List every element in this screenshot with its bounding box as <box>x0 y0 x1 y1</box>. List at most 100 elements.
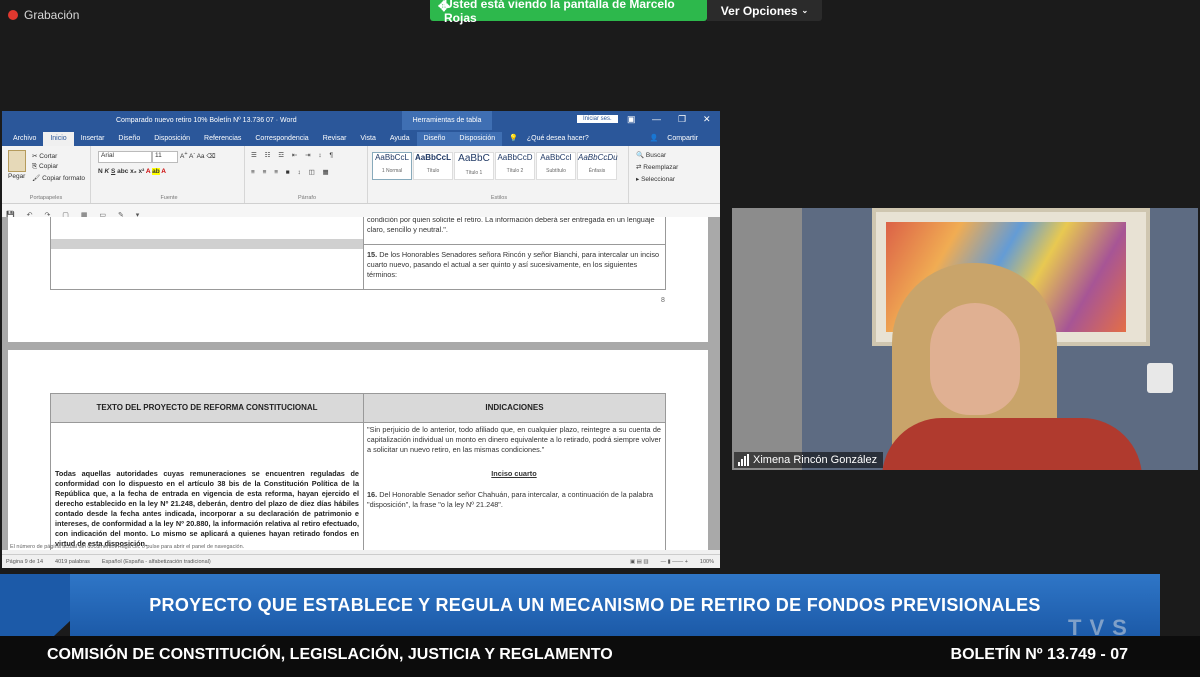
minimize-icon[interactable]: — <box>652 114 661 124</box>
editing-group: 🔍 Buscar ⇄ Reemplazar ▸ Seleccionar <box>632 146 718 203</box>
font-name-select[interactable]: Arial <box>98 151 152 163</box>
view-options-button[interactable]: Ver Opciones ⌄ <box>707 0 822 21</box>
screen-share-banner: ✥ Usted está viendo la pantalla de Marce… <box>430 0 707 25</box>
tell-me-box[interactable]: 💡 ¿Qué desea hacer? <box>502 132 603 146</box>
table-tools-context: Herramientas de tabla <box>402 111 492 130</box>
tab-archivo[interactable]: Archivo <box>6 132 43 146</box>
inciso-cuarto-heading: Inciso cuarto <box>491 469 537 478</box>
wall-shadow <box>732 208 802 470</box>
styles-group: AaBbCcL 1 Normal AaBbCcL Título AaBbC Títul… <box>370 146 629 203</box>
font-format-buttons[interactable]: N K S abc x₂ x² A ab A <box>98 168 166 175</box>
format-painter-button[interactable]: 🖌 Copiar formato <box>32 174 85 182</box>
ribbon-display-icon[interactable]: ▣ <box>627 114 636 125</box>
participant-name-tag: Ximena Rincón González <box>734 452 884 468</box>
tab-insertar[interactable]: Insertar <box>74 132 112 146</box>
share-button[interactable]: 👤 Compartir <box>643 132 712 146</box>
document-title: Comparado nuevo retiro 10% Boletín Nº 13… <box>116 117 297 124</box>
page-counter[interactable]: Página 9 de 14 <box>6 559 43 565</box>
clipboard-group-label: Portapapeles <box>29 195 63 201</box>
light-switch <box>1147 363 1173 393</box>
participant-video[interactable]: Ximena Rincón González <box>732 208 1198 470</box>
committee-bar: COMISIÓN DE CONSTITUCIÓN, LEGISLACIÓN, J… <box>0 636 1200 677</box>
format-painter-label: Copiar formato <box>42 175 86 182</box>
tab-vista[interactable]: Vista <box>353 132 382 146</box>
style-title[interactable]: AaBbCcL Título <box>413 152 453 180</box>
previous-text-cell: condición por quien solicite el retiro. … <box>367 217 655 234</box>
crosshair-icon: ✥ <box>438 0 450 14</box>
grow-font-icon[interactable]: A+ A- Aa ⌫ <box>180 151 216 160</box>
status-hint-tooltip: El número de página actual del documento… <box>10 544 245 550</box>
share-banner-text: Usted está viendo la pantalla de Marcelo… <box>444 0 675 25</box>
find-label: Buscar <box>645 152 667 159</box>
tab-table-design[interactable]: Diseño <box>416 132 453 146</box>
person-face <box>930 303 1020 415</box>
page-number: 8 <box>661 297 665 304</box>
font-group: Arial 11 A+ A- Aa ⌫ N K S abc x₂ x² A ab… <box>94 146 245 203</box>
styles-group-label: Estilos <box>490 195 508 201</box>
style-normal[interactable]: AaBbCcL 1 Normal <box>372 152 412 180</box>
document-page-9: TEXTO DEL PROYECTO DE REFORMA CONSTITUCI… <box>8 350 708 550</box>
tab-table-layout[interactable]: Disposición <box>452 132 503 146</box>
document-page-8: condición por quien solicite el retiro. … <box>8 217 708 342</box>
ribbon-tabs: Archivo Inicio Insertar Diseño Disposici… <box>2 130 720 146</box>
tab-diseno[interactable]: Diseño <box>111 132 147 146</box>
indicacion-16: 16. Del Honorable Senador señor Chahuán,… <box>367 490 661 510</box>
close-icon[interactable]: ✕ <box>703 114 711 125</box>
view-options-label: Ver Opciones <box>720 3 798 18</box>
comparison-table: TEXTO DEL PROYECTO DE REFORMA CONSTITUCI… <box>50 393 666 550</box>
tab-revisar[interactable]: Revisar <box>316 132 354 146</box>
recording-dot-icon <box>8 10 18 20</box>
list-buttons[interactable]: ☰ ☷ ☲ ⇤ ⇥ ↕ ¶ <box>251 151 336 159</box>
find-button[interactable]: 🔍 Buscar <box>636 151 666 159</box>
style-heading2-label: Título 2 <box>506 168 524 174</box>
tab-correspondencia[interactable]: Correspondencia <box>248 132 315 146</box>
paste-button[interactable]: Pegar <box>8 173 25 180</box>
tab-disposicion[interactable]: Disposición <box>147 132 197 146</box>
word-count[interactable]: 4019 palabras <box>55 559 90 565</box>
style-heading1[interactable]: AaBbC Título 1 <box>454 152 494 180</box>
style-subtitle[interactable]: AaBbCcI Subtítulo <box>536 152 576 180</box>
select-button[interactable]: ▸ Seleccionar <box>636 175 675 183</box>
style-subtitle-label: Subtítulo <box>546 168 566 174</box>
style-emphasis[interactable]: AaBbCcDu Énfasis <box>577 152 618 180</box>
signal-strength-icon <box>738 454 749 466</box>
style-heading1-label: Título 1 <box>465 170 483 176</box>
tab-referencias[interactable]: Referencias <box>197 132 248 146</box>
headline-text: PROYECTO QUE ESTABLECE Y REGULA UN MECAN… <box>149 594 1041 615</box>
indicacion-16-number: 16. <box>367 490 378 499</box>
style-heading2[interactable]: AaBbCcD Título 2 <box>495 152 535 180</box>
view-buttons[interactable]: ▣ ▤ ▥ <box>630 559 649 565</box>
indicacion-15-number: 15. <box>367 250 378 259</box>
recording-indicator: Grabación <box>8 8 79 22</box>
word-window: Comparado nuevo retiro 10% Boletín Nº 13… <box>2 111 720 568</box>
zoom-level[interactable]: 100% <box>700 559 714 565</box>
tab-ayuda[interactable]: Ayuda <box>383 132 417 146</box>
indicacion-15-text: De los Honorables Senadores señora Rincó… <box>367 250 660 279</box>
align-buttons[interactable]: ≡ ≡ ≡ ■ ↕ ◫ ▦ <box>251 168 332 176</box>
clipboard-group: Pegar ✂ Cortar ⎘ Copiar 🖌 Copiar formato… <box>2 146 91 203</box>
tab-inicio[interactable]: Inicio <box>43 132 74 146</box>
word-title-bar: Comparado nuevo retiro 10% Boletín Nº 13… <box>2 111 720 130</box>
replace-button[interactable]: ⇄ Reemplazar <box>636 163 678 171</box>
language-indicator[interactable]: Español (España - alfabetización tradici… <box>102 559 211 565</box>
person-shirt <box>882 418 1142 470</box>
paste-icon[interactable] <box>8 150 26 172</box>
header-left: TEXTO DEL PROYECTO DE REFORMA CONSTITUCI… <box>96 403 318 412</box>
right-quote-text: "Sin perjuicio de lo anterior, todo afil… <box>367 425 661 454</box>
zoom-slider[interactable]: — ▮ —— + <box>661 559 688 565</box>
share-label: Compartir <box>667 135 698 142</box>
document-area[interactable]: condición por quien solicite el retiro. … <box>2 217 720 550</box>
font-size-select[interactable]: 11 <box>152 151 178 163</box>
cut-button[interactable]: ✂ Cortar <box>32 152 57 160</box>
ribbon: Pegar ✂ Cortar ⎘ Copiar 🖌 Copiar formato… <box>2 146 720 204</box>
left-article-text: Todas aquellas autoridades cuyas remuner… <box>55 469 359 548</box>
select-label: Seleccionar <box>641 176 676 183</box>
copy-button[interactable]: ⎘ Copiar <box>32 163 58 171</box>
indicacion-16-text: Del Honorable Senador señor Chahuán, par… <box>367 490 654 509</box>
sign-in-button[interactable]: Iniciar ses. <box>577 115 618 123</box>
participant-name: Ximena Rincón González <box>753 454 878 466</box>
recording-label: Grabación <box>24 8 80 22</box>
copy-label: Copiar <box>39 163 59 170</box>
restore-icon[interactable]: ❐ <box>678 114 686 125</box>
table-page-8: condición por quien solicite el retiro. … <box>50 217 666 290</box>
